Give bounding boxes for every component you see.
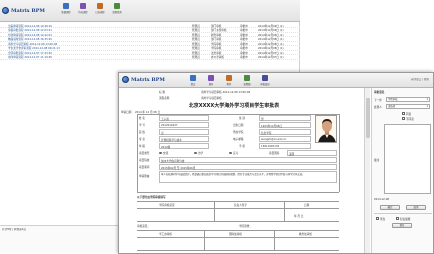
opinion-icon [262, 75, 268, 81]
grade-field[interactable]: 2012级 [159, 143, 209, 149]
urgent-checkbox[interactable] [376, 217, 379, 220]
logo-text: Matrix BPM [11, 7, 45, 14]
disagree-checkbox[interactable] [402, 117, 405, 120]
form-rule [274, 230, 275, 250]
major-field[interactable]: 计算机科学与技术 [159, 136, 209, 142]
opinion-button[interactable]: 审批意见 [259, 75, 271, 86]
opinion-textarea[interactable] [384, 124, 431, 194]
panel-divider [374, 213, 432, 214]
list-item[interactable]: 用印申请流程 2014-12-07 11:19:36 管理员 办公室审核 审批中… [0, 56, 300, 60]
email-field[interactable]: wangzh@xx.edu.cn [259, 136, 311, 142]
submit-icon [190, 75, 196, 81]
handler-select[interactable]: 请选择 [386, 104, 430, 109]
bg-toolbar: 新建流程 待办流程 已办流程 流程查询 [60, 3, 123, 14]
form-rule [137, 201, 339, 202]
sms-checkbox[interactable] [396, 217, 399, 220]
save-icon [208, 75, 214, 81]
form-rule [137, 192, 339, 193]
form-rule [204, 230, 205, 250]
agree-checkbox[interactable] [402, 112, 405, 115]
form-scrollbar[interactable] [364, 88, 370, 253]
done-process-icon [97, 3, 103, 9]
query-icon [114, 3, 120, 9]
list-item[interactable]: 付款申请流程 2014-12-08 14:22:01 管理员 财务审核 审批中 … [0, 33, 300, 37]
form-rule [137, 114, 138, 192]
form-title: 北京XXXX大学海外学习项目学生审批表 [188, 103, 280, 109]
logo-text: Matrix BPM [131, 76, 165, 83]
form-rule [214, 201, 215, 221]
list-item[interactable]: 物品领用流程 2014-12-08 16:35:45 管理员 部门审核 审批中 … [0, 38, 300, 42]
bg-logo: Matrix BPM [2, 7, 45, 14]
reason-textarea[interactable]: 本人在校期间学习成绩优异，希望通过参加海外学习项目开阔国际视野，提升专业能力与语… [159, 171, 337, 183]
type-radio-visit[interactable] [194, 151, 197, 154]
bg-header-bar: Matrix BPM 新建流程 待办流程 已办流程 流程查询 [0, 0, 300, 22]
phone-field[interactable]: 13811045134 [259, 143, 311, 149]
form-rule [137, 250, 339, 251]
list-item[interactable]: 学生奖学金评审流程 2014-12-08 09:21:13 管理员 学院审核 审… [0, 47, 300, 51]
new-process-icon [63, 3, 69, 9]
application-form: 北京XXXX大学海外学习项目学生审批表 申请日期 2014 年 12 月 08 … [119, 102, 349, 253]
form-window: Matrix BPM 提交 保存 附件 流程图 审批意见 关闭窗口 | 帮助 标… [118, 72, 434, 254]
panel-title: 审批意见 [374, 91, 385, 94]
list-item[interactable]: 合同审批流程 2014-12-07 17:43:20 管理员 法务审核 审批中 … [0, 51, 300, 55]
gender-field[interactable]: 男 [259, 115, 311, 121]
info-process-name: 海外学习项目审核 [201, 97, 222, 100]
school-field[interactable]: 加州大学伯克利分校 [159, 157, 337, 163]
scrollbar-thumb[interactable] [366, 98, 370, 138]
form-logo: Matrix BPM [122, 76, 165, 83]
student-portrait-icon [316, 116, 336, 142]
todo-process-icon [80, 3, 86, 9]
form-rule [284, 201, 285, 221]
student-id-field[interactable]: 2012014427 [159, 122, 209, 128]
form-rule [137, 230, 339, 231]
nation-field[interactable]: 汉 [159, 129, 209, 135]
form-rule [137, 221, 339, 222]
matrix-logo-icon [122, 76, 129, 83]
panel-save-button[interactable]: 保存 [392, 223, 412, 228]
name-field[interactable]: 王子豪 [159, 115, 209, 121]
ok-button[interactable]: 确定 [380, 205, 400, 210]
toolbar-item-todo[interactable]: 待办流程 [77, 3, 89, 14]
desktop: Matrix BPM 新建流程 待办流程 已办流程 流程查询 出差申请流程 20… [0, 0, 434, 254]
form-info-bar: 标 题 海外学习项目审核 2014-12-08 13:00:48 流程名称 海外… [159, 91, 251, 100]
student-photo [315, 115, 337, 143]
list-item[interactable]: 出差申请流程 2014-12-08 10:28:10 管理员 部门审核 审批中 … [0, 24, 300, 28]
flowchart-button[interactable]: 流程图 [241, 75, 253, 86]
toolbar-item-query[interactable]: 流程查询 [111, 3, 123, 14]
next-step-select[interactable]: 学院审核 [386, 97, 430, 102]
approval-panel: 审批意见 下一步 学院审核 处理人 请选择 同意 不同意 备注 2014-12-… [371, 88, 433, 253]
opinion-date: 2014-12-08 [374, 198, 390, 201]
toolbar-item-done[interactable]: 已办流程 [94, 3, 106, 14]
form-rule [339, 114, 340, 192]
status-text: 共计8条 | 转到第1页 [2, 228, 26, 231]
flowchart-icon [244, 75, 250, 81]
birth-date-field[interactable]: 1993年12月06日 [259, 122, 311, 128]
period-field[interactable]: 2015年02月 至 2015年06月 [159, 164, 337, 170]
list-item[interactable]: 请假审批流程 2014-12-08 12:03:21 管理员 部门主管审核 审批… [0, 29, 300, 33]
form-rule [137, 237, 339, 238]
attach-icon [226, 75, 232, 81]
cancel-button[interactable]: 取消 [406, 205, 426, 210]
section-title: 以下部分由学院审核填写 [137, 196, 166, 199]
country-field[interactable]: 美国 [287, 150, 337, 156]
form-toolbar: 提交 保存 附件 流程图 审批意见 [187, 75, 271, 86]
attach-button[interactable]: 附件 [223, 75, 235, 86]
header-links[interactable]: 关闭窗口 | 帮助 [411, 78, 429, 81]
form-header-bar: Matrix BPM 提交 保存 附件 流程图 审批意见 关闭窗口 | 帮助 [119, 73, 433, 88]
matrix-logo-icon [2, 7, 9, 14]
form-rule [137, 208, 339, 209]
type-radio-exchange[interactable] [159, 151, 162, 154]
list-item[interactable]: 海外学习项目审核 2014-12-08 13:00:48 管理员 学院审核 审批… [0, 42, 300, 46]
save-button[interactable]: 保存 [205, 75, 217, 86]
submit-button[interactable]: 提交 [187, 75, 199, 86]
type-radio-intern[interactable] [229, 151, 232, 154]
college-field[interactable]: 信息学院 [259, 129, 311, 135]
toolbar-item-new[interactable]: 新建流程 [60, 3, 72, 14]
info-title: 海外学习项目审核 2014-12-08 13:00:48 [201, 91, 251, 94]
